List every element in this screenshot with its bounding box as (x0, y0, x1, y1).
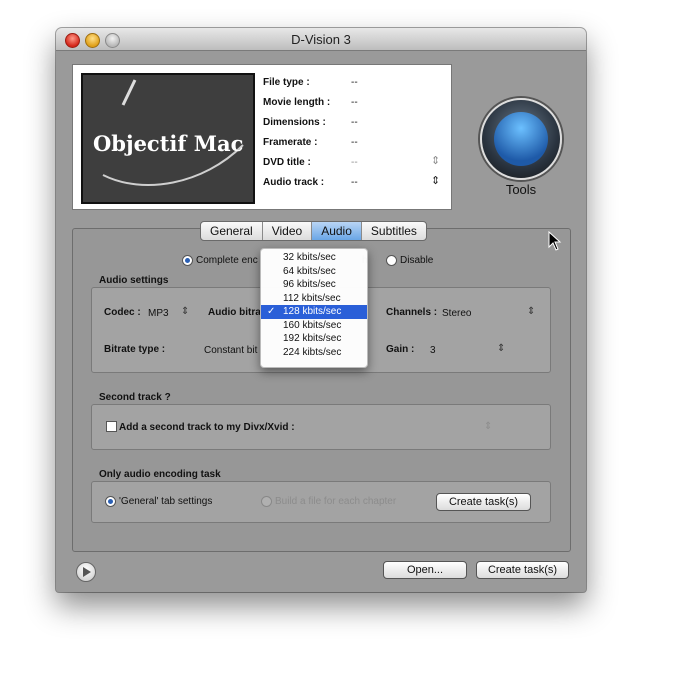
disable-radio[interactable] (386, 255, 397, 266)
bitrate-option-112[interactable]: 112 kbits/sec (261, 292, 367, 306)
codec-stepper-icon[interactable]: ⇕ (181, 306, 189, 317)
play-icon[interactable] (76, 562, 96, 582)
tools-label: Tools (505, 182, 537, 197)
file-type-value: -- (351, 77, 358, 88)
second-track-checkbox[interactable] (106, 421, 117, 432)
each-chapter-radio[interactable] (261, 496, 272, 507)
channels-value: Stereo (442, 308, 472, 319)
each-chapter-label: Build a file for each chapter (275, 496, 397, 507)
file-info-panel: Objectif Mac File type : -- Movie length… (72, 64, 452, 210)
objectif-mac-logo: Objectif Mac (81, 73, 255, 204)
channels-stepper-icon[interactable]: ⇕ (527, 306, 535, 317)
create-task-button[interactable]: Create task(s) (476, 561, 569, 579)
audio-bitrate-label: Audio bitra (208, 307, 261, 318)
movie-length-label: Movie length : (263, 97, 331, 108)
dimensions-value: -- (351, 117, 358, 128)
dvd-title-stepper-icon[interactable]: ⇕ (431, 154, 440, 167)
tools-button[interactable] (480, 98, 562, 180)
general-settings-label: 'General' tab settings (119, 496, 213, 507)
bitrate-type-value: Constant bit (204, 345, 258, 356)
complete-encoding-label: Complete enc (196, 255, 258, 266)
window-title: D-Vision 3 (291, 32, 351, 47)
logo-text: Objectif Mac (93, 131, 244, 156)
tab-bar: General Video Audio Subtitles (200, 221, 427, 241)
gain-value: 3 (430, 345, 436, 356)
tab-video[interactable]: Video (263, 222, 313, 240)
bitrate-option-192[interactable]: 192 kbits/sec (261, 332, 367, 346)
bitrate-type-label: Bitrate type : (104, 344, 166, 355)
bitrate-option-128-label: 128 kbits/sec (283, 306, 342, 317)
bitrate-dropdown-menu[interactable]: 32 kbits/sec 64 kbits/sec 96 kbits/sec 1… (260, 248, 368, 368)
complete-encoding-radio[interactable] (182, 255, 193, 266)
second-track-stepper-icon[interactable]: ⇕ (484, 421, 492, 432)
audio-track-value: -- (351, 177, 358, 188)
framerate-label: Framerate : (263, 137, 318, 148)
channels-label: Channels : (386, 307, 438, 318)
movie-length-value: -- (351, 97, 358, 108)
bitrate-option-64[interactable]: 64 kbits/sec (261, 265, 367, 279)
second-track-label: Add a second track to my Divx/Xvid : (119, 422, 295, 433)
checkmark-icon: ✓ (267, 306, 276, 317)
audio-track-stepper-icon[interactable]: ⇕ (431, 174, 440, 187)
audio-create-task-button[interactable]: Create task(s) (436, 493, 531, 511)
tab-audio[interactable]: Audio (312, 222, 362, 240)
file-type-label: File type : (263, 77, 310, 88)
second-track-title: Second track ? (99, 392, 171, 403)
bitrate-option-224[interactable]: 224 kibts/sec (261, 346, 367, 360)
bitrate-option-128[interactable]: ✓ 128 kbits/sec (261, 305, 367, 319)
framerate-value: -- (351, 137, 358, 148)
title-bar[interactable]: D-Vision 3 (56, 28, 586, 51)
dvd-title-value: -- (351, 157, 358, 168)
tab-subtitles[interactable]: Subtitles (362, 222, 426, 240)
bitrate-option-32[interactable]: 32 kbits/sec (261, 251, 367, 265)
mouse-cursor-icon (548, 231, 562, 251)
only-audio-title: Only audio encoding task (99, 469, 221, 480)
general-settings-radio[interactable] (105, 496, 116, 507)
bitrate-option-160[interactable]: 160 kbits/sec (261, 319, 367, 333)
audio-track-label: Audio track : (263, 177, 325, 188)
open-button[interactable]: Open... (383, 561, 467, 579)
audio-settings-title: Audio settings (99, 275, 169, 286)
codec-value: MP3 (148, 308, 169, 319)
gain-label: Gain : (386, 344, 415, 355)
disable-label: Disable (400, 255, 434, 266)
dimensions-label: Dimensions : (263, 117, 326, 128)
bitrate-option-96[interactable]: 96 kbits/sec (261, 278, 367, 292)
codec-label: Codec : (104, 307, 141, 318)
gain-stepper-icon[interactable]: ⇕ (497, 343, 505, 354)
tab-general[interactable]: General (201, 222, 263, 240)
dvd-title-label: DVD title : (263, 157, 311, 168)
tools-icon (494, 112, 548, 166)
